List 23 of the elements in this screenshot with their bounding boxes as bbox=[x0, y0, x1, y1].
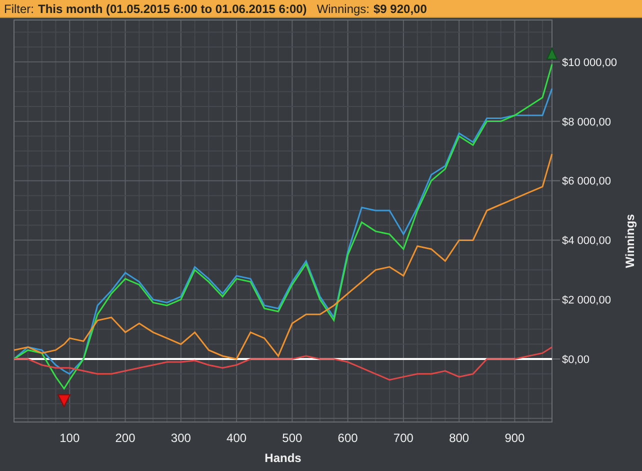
axis-tick-label: $4 000,00 bbox=[562, 235, 611, 248]
axis-tick-label: 700 bbox=[393, 431, 414, 445]
axis-tick-label: $2 000,00 bbox=[562, 294, 611, 307]
maximum-marker-icon bbox=[546, 47, 558, 60]
axis-tick-label: 900 bbox=[504, 431, 525, 445]
axis-tick-label: 300 bbox=[170, 431, 191, 445]
filter-value: This month (01.05.2015 6:00 to 01.06.2015 6:00) bbox=[38, 2, 307, 16]
axis-title: Hands bbox=[264, 451, 302, 465]
winnings-value: $9 920,00 bbox=[374, 2, 427, 16]
axis-tick-label: $0,00 bbox=[562, 354, 590, 366]
axis-tick-label: 600 bbox=[338, 431, 358, 445]
axis-tick-label: $8 000,00 bbox=[562, 116, 611, 128]
axis-title: Winnings bbox=[623, 214, 637, 268]
axis-tick-label: 100 bbox=[60, 431, 80, 445]
axis-tick-label: 400 bbox=[226, 431, 247, 445]
axis-tick-label: $10 000,00 bbox=[562, 56, 618, 69]
axis-tick-label: 200 bbox=[115, 431, 136, 445]
axis-tick-label: $6 000,00 bbox=[562, 176, 611, 188]
axis-tick-label: 800 bbox=[449, 431, 470, 445]
winnings-label: Winnings: bbox=[316, 2, 370, 16]
filter-label: Filter: bbox=[4, 2, 34, 16]
axis-tick-label: 500 bbox=[282, 431, 302, 445]
minimum-marker-icon bbox=[57, 394, 71, 408]
